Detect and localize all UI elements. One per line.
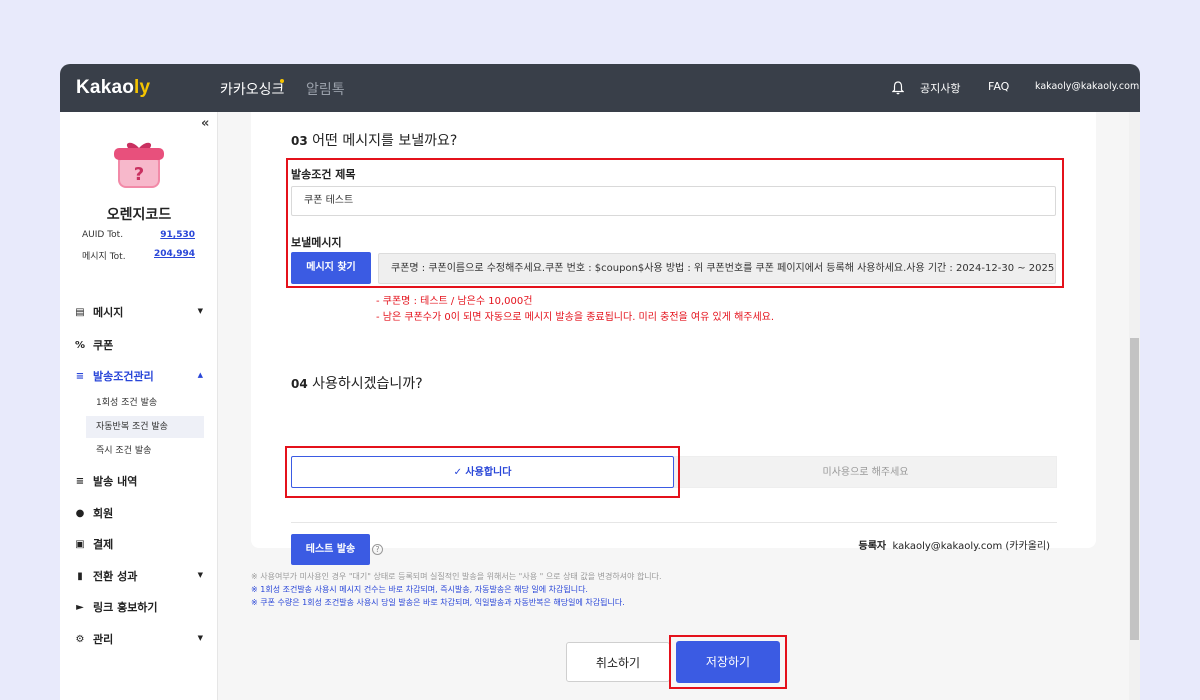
chevron-up-icon[interactable]: ▲ — [198, 371, 203, 379]
bell-icon[interactable] — [892, 81, 904, 95]
svg-text:?: ? — [134, 164, 144, 185]
logo[interactable]: Kakaoly — [76, 77, 150, 99]
sidebar-item-manage[interactable]: ⚙ 관리 — [74, 631, 114, 647]
megaphone-icon: ► — [76, 601, 84, 613]
footnote-1: ※ 사용여부가 미사용인 경우 "대기" 상태로 등록되며 실질적인 발송을 위… — [251, 572, 662, 581]
sidebar-item-coupon[interactable]: % 쿠폰 — [74, 337, 113, 353]
stat-value-message[interactable]: 204,994 — [154, 249, 195, 259]
title-input[interactable]: 쿠폰 테스트 — [291, 186, 1056, 216]
sidebar-item-history[interactable]: ≡ 발송 내역 — [74, 473, 138, 489]
stat-label-message: 메시지 Tot. — [82, 252, 126, 262]
sidebar-item-condition[interactable]: ≡ 발송조건관리 — [74, 368, 154, 384]
chevron-down-icon[interactable]: ▼ — [198, 571, 203, 579]
help-icon[interactable]: ? — [372, 544, 383, 555]
sidebar: « ? 오렌지코드 AUID Tot. 91,530 메시지 Tot. 204,… — [60, 112, 218, 700]
highlight-box — [669, 635, 787, 689]
stat-value-auid[interactable]: 91,530 — [160, 230, 195, 240]
sidebar-item-member[interactable]: ● 회원 — [74, 505, 114, 521]
message-preview: 쿠폰명 : 쿠폰이름으로 수정해주세요.쿠폰 번호 : $coupon$사용 방… — [378, 253, 1056, 284]
gear-icon: ⚙ — [75, 633, 85, 645]
active-dot — [280, 79, 284, 83]
message-label: 보낼메시지 — [291, 236, 342, 249]
list-arrow-icon: ≡ — [75, 475, 85, 487]
sidebar-subitem-instant[interactable]: 즉시 조건 발송 — [86, 440, 204, 462]
section-03-title: 03 어떤 메시지를 보낼까요? — [291, 133, 458, 149]
sidebar-subitem-once[interactable]: 1회성 조건 발송 — [86, 392, 204, 414]
search-list-icon: ≡ — [75, 370, 85, 382]
sidebar-item-message[interactable]: ▤ 메시지 — [74, 304, 123, 320]
app-window: Kakaoly 카카오싱크 알림톡 공지사항 FAQ kakaoly@kakao… — [60, 64, 1140, 700]
sidebar-subitem-repeat[interactable]: 자동반복 조건 발송 — [86, 416, 204, 438]
tab-alimtalk[interactable]: 알림톡 — [306, 79, 345, 99]
collapse-sidebar-icon[interactable]: « — [201, 116, 209, 131]
unuse-option-button[interactable]: 미사용으로 해주세요 — [674, 456, 1057, 488]
stat-label-auid: AUID Tot. — [82, 230, 124, 240]
sidebar-item-conversion[interactable]: ▮ 전환 성과 — [74, 568, 137, 584]
registrant-label: 등록자 — [858, 541, 887, 552]
title-label: 발송조건 제목 — [291, 168, 356, 181]
notice-link[interactable]: 공지사항 — [920, 80, 960, 96]
chat-icon: ▤ — [75, 306, 85, 318]
cancel-button[interactable]: 취소하기 — [566, 642, 670, 682]
user-email[interactable]: kakaoly@kakaoly.com — [1035, 81, 1139, 92]
sidebar-item-payment[interactable]: ▣ 결제 — [74, 536, 113, 552]
chevron-down-icon[interactable]: ▼ — [198, 634, 203, 642]
main-content: 03 어떤 메시지를 보낼까요? 발송조건 제목 쿠폰 테스트 보낼메시지 메시… — [218, 112, 1140, 700]
org-name: 오렌지코드 — [106, 207, 172, 223]
gift-box-icon: ? — [114, 142, 164, 188]
users-icon: ● — [75, 507, 85, 519]
percent-icon: % — [74, 339, 86, 351]
sidebar-item-link[interactable]: ► 링크 홍보하기 — [74, 599, 157, 615]
scrollbar[interactable] — [1129, 112, 1140, 700]
faq-link[interactable]: FAQ — [988, 80, 1009, 93]
registrant-value: kakaoly@kakaoly.com (카카올리) — [892, 541, 1051, 552]
highlight-box — [285, 446, 680, 498]
registrant-info: 등록자 kakaoly@kakaoly.com (카카올리) — [859, 537, 1050, 552]
footnote-2: ※ 1회성 조건발송 사용시 메시지 건수는 바로 차감되며, 즉시발송, 자동… — [251, 585, 588, 594]
footnote-3: ※ 쿠폰 수량은 1회성 조건발송 사용시 당일 발송은 바로 차감되며, 익일… — [251, 598, 625, 607]
find-message-button[interactable]: 메시지 찾기 — [291, 252, 371, 284]
scrollbar-thumb[interactable] — [1130, 338, 1139, 640]
tab-kakaosync[interactable]: 카카오싱크 — [220, 79, 284, 99]
bar-chart-icon: ▮ — [77, 570, 83, 582]
divider — [291, 522, 1057, 523]
coupon-info-note: - 쿠폰명 : 테스트 / 남은수 10,000건 — [376, 296, 533, 307]
top-navbar: Kakaoly 카카오싱크 알림톡 공지사항 FAQ kakaoly@kakao… — [60, 64, 1140, 112]
chevron-down-icon[interactable]: ▼ — [198, 307, 203, 315]
coupon-warning-note: - 남은 쿠폰수가 0이 되면 자동으로 메시지 발송을 종료됩니다. 미리 충… — [376, 312, 775, 323]
section-04-title: 04 사용하시겠습니까? — [291, 376, 423, 392]
test-send-button[interactable]: 테스트 발송 — [291, 534, 370, 565]
card-icon: ▣ — [75, 538, 85, 550]
